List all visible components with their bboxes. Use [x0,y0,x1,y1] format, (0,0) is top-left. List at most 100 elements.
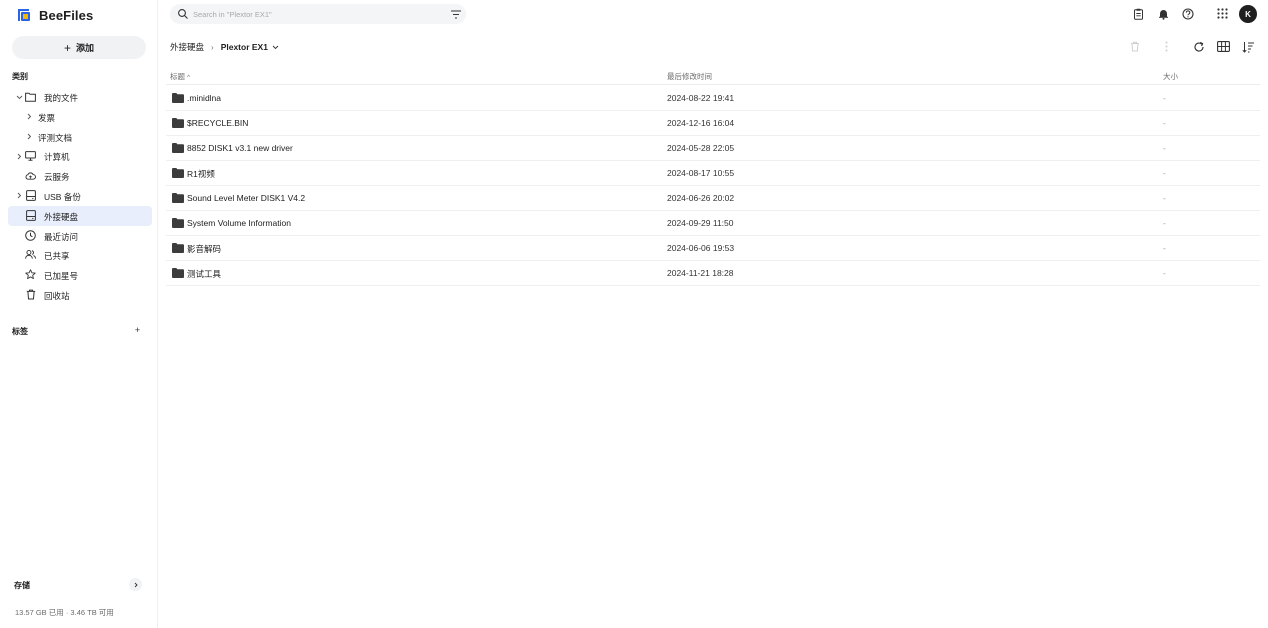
table-row[interactable]: 测试工具 2024-11-21 18:28 - [166,261,1260,286]
file-name[interactable]: 影音解码 [187,243,221,255]
categories-heading: 类别 [12,72,28,81]
bell-icon[interactable] [1157,7,1170,20]
file-modified: 2024-06-26 20:02 [667,193,735,203]
folder-icon [172,118,184,128]
sidebar-item-label: 回收站 [44,290,70,301]
filter-icon[interactable] [449,8,462,21]
sort-icon[interactable] [1242,40,1255,53]
user-avatar[interactable]: K [1239,5,1257,23]
sidebar-item-label: 评测文档 [38,132,73,143]
add-tag-icon[interactable]: + [132,325,143,336]
sidebar-item-label: 已加星号 [44,271,79,282]
chevron-right-icon[interactable] [15,152,23,160]
file-modified: 2024-08-22 19:41 [667,93,735,103]
column-size-header[interactable]: 大小 [1163,71,1178,82]
search-bar[interactable] [170,4,466,24]
grid-view-icon[interactable] [1217,40,1230,53]
file-modified: 2024-09-29 11:50 [667,218,734,228]
brand[interactable]: BeeFiles [16,6,93,24]
sidebar-item[interactable]: 计算机 [8,146,152,166]
chevron-right-icon[interactable] [25,113,33,121]
file-modified: 2024-05-28 22:05 [667,143,735,153]
file-list: .minidlna 2024-08-22 19:41 - $RECYCLE.BIN 20… [166,86,1260,286]
sidebar-item[interactable]: 评测文档 [8,127,152,147]
file-name[interactable]: 8852 DISK1 v3.1 new driver [187,143,293,153]
sidebar-item[interactable]: 外接硬盘 [8,205,152,226]
help-icon[interactable] [1181,7,1194,20]
file-name[interactable]: 测试工具 [187,268,221,280]
folder-icon [172,168,184,178]
sidebar-item[interactable]: 发票 [8,107,152,127]
file-name[interactable]: $RECYCLE.BIN [187,118,248,128]
file-modified: 2024-08-17 10:55 [667,168,735,178]
table-row[interactable]: 8852 DISK1 v3.1 new driver 2024-05-28 22:… [166,136,1260,161]
arrow-up-icon: ^ [187,75,190,81]
breadcrumb-parent[interactable]: 外接硬盘 [170,41,204,53]
search-icon [178,9,188,19]
sidebar-item[interactable]: 已共享 [8,245,152,265]
file-size: - [1163,143,1166,153]
chevron-right-icon: › [211,42,214,52]
sidebar-item-label: 云服务 [44,172,70,183]
sidebar-item-label: USB 备份 [44,191,81,202]
breadcrumb-current[interactable]: Plextor EX1 [221,42,268,52]
sidebar-item-label: 我的文件 [44,93,79,103]
file-name[interactable]: System Volume Information [187,218,291,228]
delete-icon[interactable] [1128,40,1141,53]
sidebar: BeeFiles + 添加 类别 我的文件发票评测文档计算机云服务 USB 备份外… [0,0,158,628]
file-size: - [1163,168,1166,178]
folder-icon [25,91,36,102]
users-icon [25,249,36,260]
file-name[interactable]: .minidlna [187,93,221,103]
file-name[interactable]: Sound Level Meter DISK1 V4.2 [187,193,305,203]
external-drive-icon [25,209,36,221]
column-modified-header[interactable]: 最后修改时间 [667,71,712,82]
file-size: - [1163,193,1166,203]
more-vertical-icon[interactable] [1160,40,1173,53]
beefiles-logo-icon [18,9,30,21]
table-row[interactable]: System Volume Information 2024-09-29 11:5… [166,211,1260,236]
column-name-header[interactable]: 标题 ^ [170,71,190,82]
table-row[interactable]: .minidlna 2024-08-22 19:41 - [166,86,1260,111]
search-input[interactable] [193,7,433,21]
folder-icon [172,243,184,253]
sidebar-item-label: 发票 [38,112,56,123]
cloud-icon [25,170,36,181]
sidebar-item-label: 最近访问 [44,231,79,242]
app-name: BeeFiles [39,7,94,23]
sidebar-item[interactable]: 回收站 [8,285,152,305]
table-header: 标题 ^ 最后修改时间 大小 [166,69,1260,85]
sidebar-item-label: 计算机 [44,152,70,163]
folder-icon [172,93,184,103]
plus-icon: + [63,40,71,55]
trash-icon [25,289,36,300]
apps-grid-icon[interactable] [1216,7,1229,20]
sidebar-item[interactable]: USB 备份 [8,186,152,206]
file-name[interactable]: R1视频 [187,168,215,180]
file-size: - [1163,218,1166,228]
table-row[interactable]: Sound Level Meter DISK1 V4.2 2024-06-26 2… [166,186,1260,211]
chevron-down-icon[interactable] [15,93,23,101]
sidebar-item[interactable]: 已加星号 [8,265,152,285]
sidebar-item[interactable]: 云服务 [8,166,152,186]
tags-heading: 标签 [12,327,28,336]
folder-icon [172,268,184,278]
column-name-label: 标题 [170,72,185,81]
table-row[interactable]: 影音解码 2024-06-06 19:53 - [166,236,1260,261]
sidebar-item[interactable]: 我的文件 [8,87,152,107]
chevron-down-icon[interactable] [272,45,279,50]
file-size: - [1163,118,1166,128]
add-button[interactable]: + 添加 [12,36,146,59]
hard-drive-icon [25,190,36,201]
folder-icon [172,218,184,228]
clipboard-icon[interactable] [1132,7,1145,20]
chevron-right-icon[interactable] [15,192,23,200]
table-row[interactable]: $RECYCLE.BIN 2024-12-16 16:04 - [166,111,1260,136]
breadcrumb: 外接硬盘 › Plextor EX1 [170,41,279,53]
refresh-icon[interactable] [1192,40,1205,53]
chevron-right-icon[interactable] [25,133,33,141]
table-row[interactable]: R1视频 2024-08-17 10:55 - [166,161,1260,186]
file-modified: 2024-06-06 19:53 [667,243,735,253]
sidebar-item[interactable]: 最近访问 [8,226,152,246]
storage-expand-button[interactable] [129,578,142,591]
